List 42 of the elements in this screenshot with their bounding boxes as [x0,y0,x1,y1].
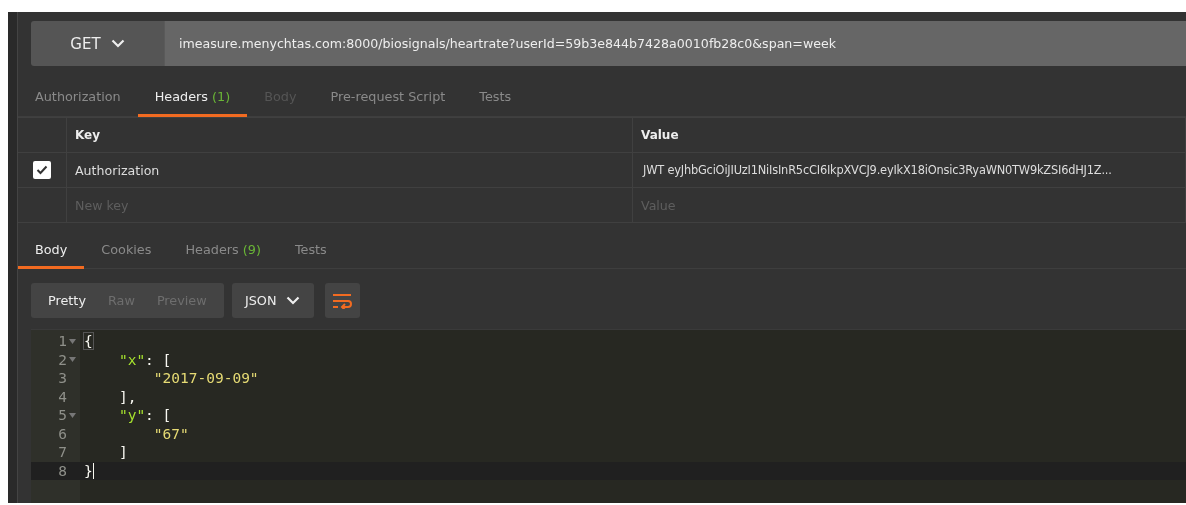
header-value-cell[interactable]: JWT eyJhbGciOiJIUzI1NiIsInR5cCI6IkpXVCJ9.eyIkX18iOnsic3RyaWN0TW9kZSI6dHJ1Z... [632,152,1186,188]
checkbox[interactable] [33,161,51,179]
response-tab[interactable]: Tests [277,233,344,269]
response-tab[interactable]: Cookies [84,233,169,269]
request-tab[interactable]: Tests [462,78,529,117]
header-key-cell[interactable]: Authorization [66,152,633,188]
response-tab[interactable]: Headers (9) [168,233,278,269]
line-number: 8 [58,462,67,479]
line-number: 7 [58,444,67,461]
code-token: : [ [145,407,172,424]
code-token: "y" [117,407,146,424]
fold-arrow-icon[interactable] [69,338,76,344]
request-tab[interactable]: Headers (1) [137,78,248,117]
line-number: 3 [58,370,67,387]
response-tab[interactable]: Body [18,233,85,269]
code-token: "67" [152,425,189,442]
line-number: 5 [58,407,67,424]
line-number: 4 [58,388,67,405]
method-dropdown[interactable]: GET [31,21,164,66]
line-number: 2 [58,351,67,368]
code-token: "x" [117,351,146,368]
fold-arrow-icon[interactable] [69,412,76,418]
request-tab[interactable]: Pre-request Script [313,78,463,117]
code-token: { [84,333,93,350]
chevron-down-icon [110,39,125,48]
column-header: Value [632,117,1186,153]
request-tab[interactable]: Authorization [18,78,138,117]
chevron-down-icon [286,296,301,305]
fold-arrow-icon[interactable] [69,357,76,363]
line-number: 6 [58,425,67,442]
code-token: ], [117,388,137,405]
column-header: Key [66,117,633,153]
line-number: 1 [58,333,67,350]
code-token: : [ [145,351,172,368]
code-token: "2017-09-09" [152,370,259,387]
url-field[interactable]: imeasure.menychtas.com:8000/biosignals/heartrate?userId=59b3e844b7428a0010fb28c0&span=week [164,21,1186,66]
format-dropdown[interactable]: JSON [231,283,314,318]
wrap-lines-button[interactable] [324,283,360,318]
wrap-lines-icon [332,292,353,309]
code-token: } [84,462,93,479]
code-token: ] [117,444,128,461]
view-mode-option[interactable]: Pretty [37,283,97,318]
